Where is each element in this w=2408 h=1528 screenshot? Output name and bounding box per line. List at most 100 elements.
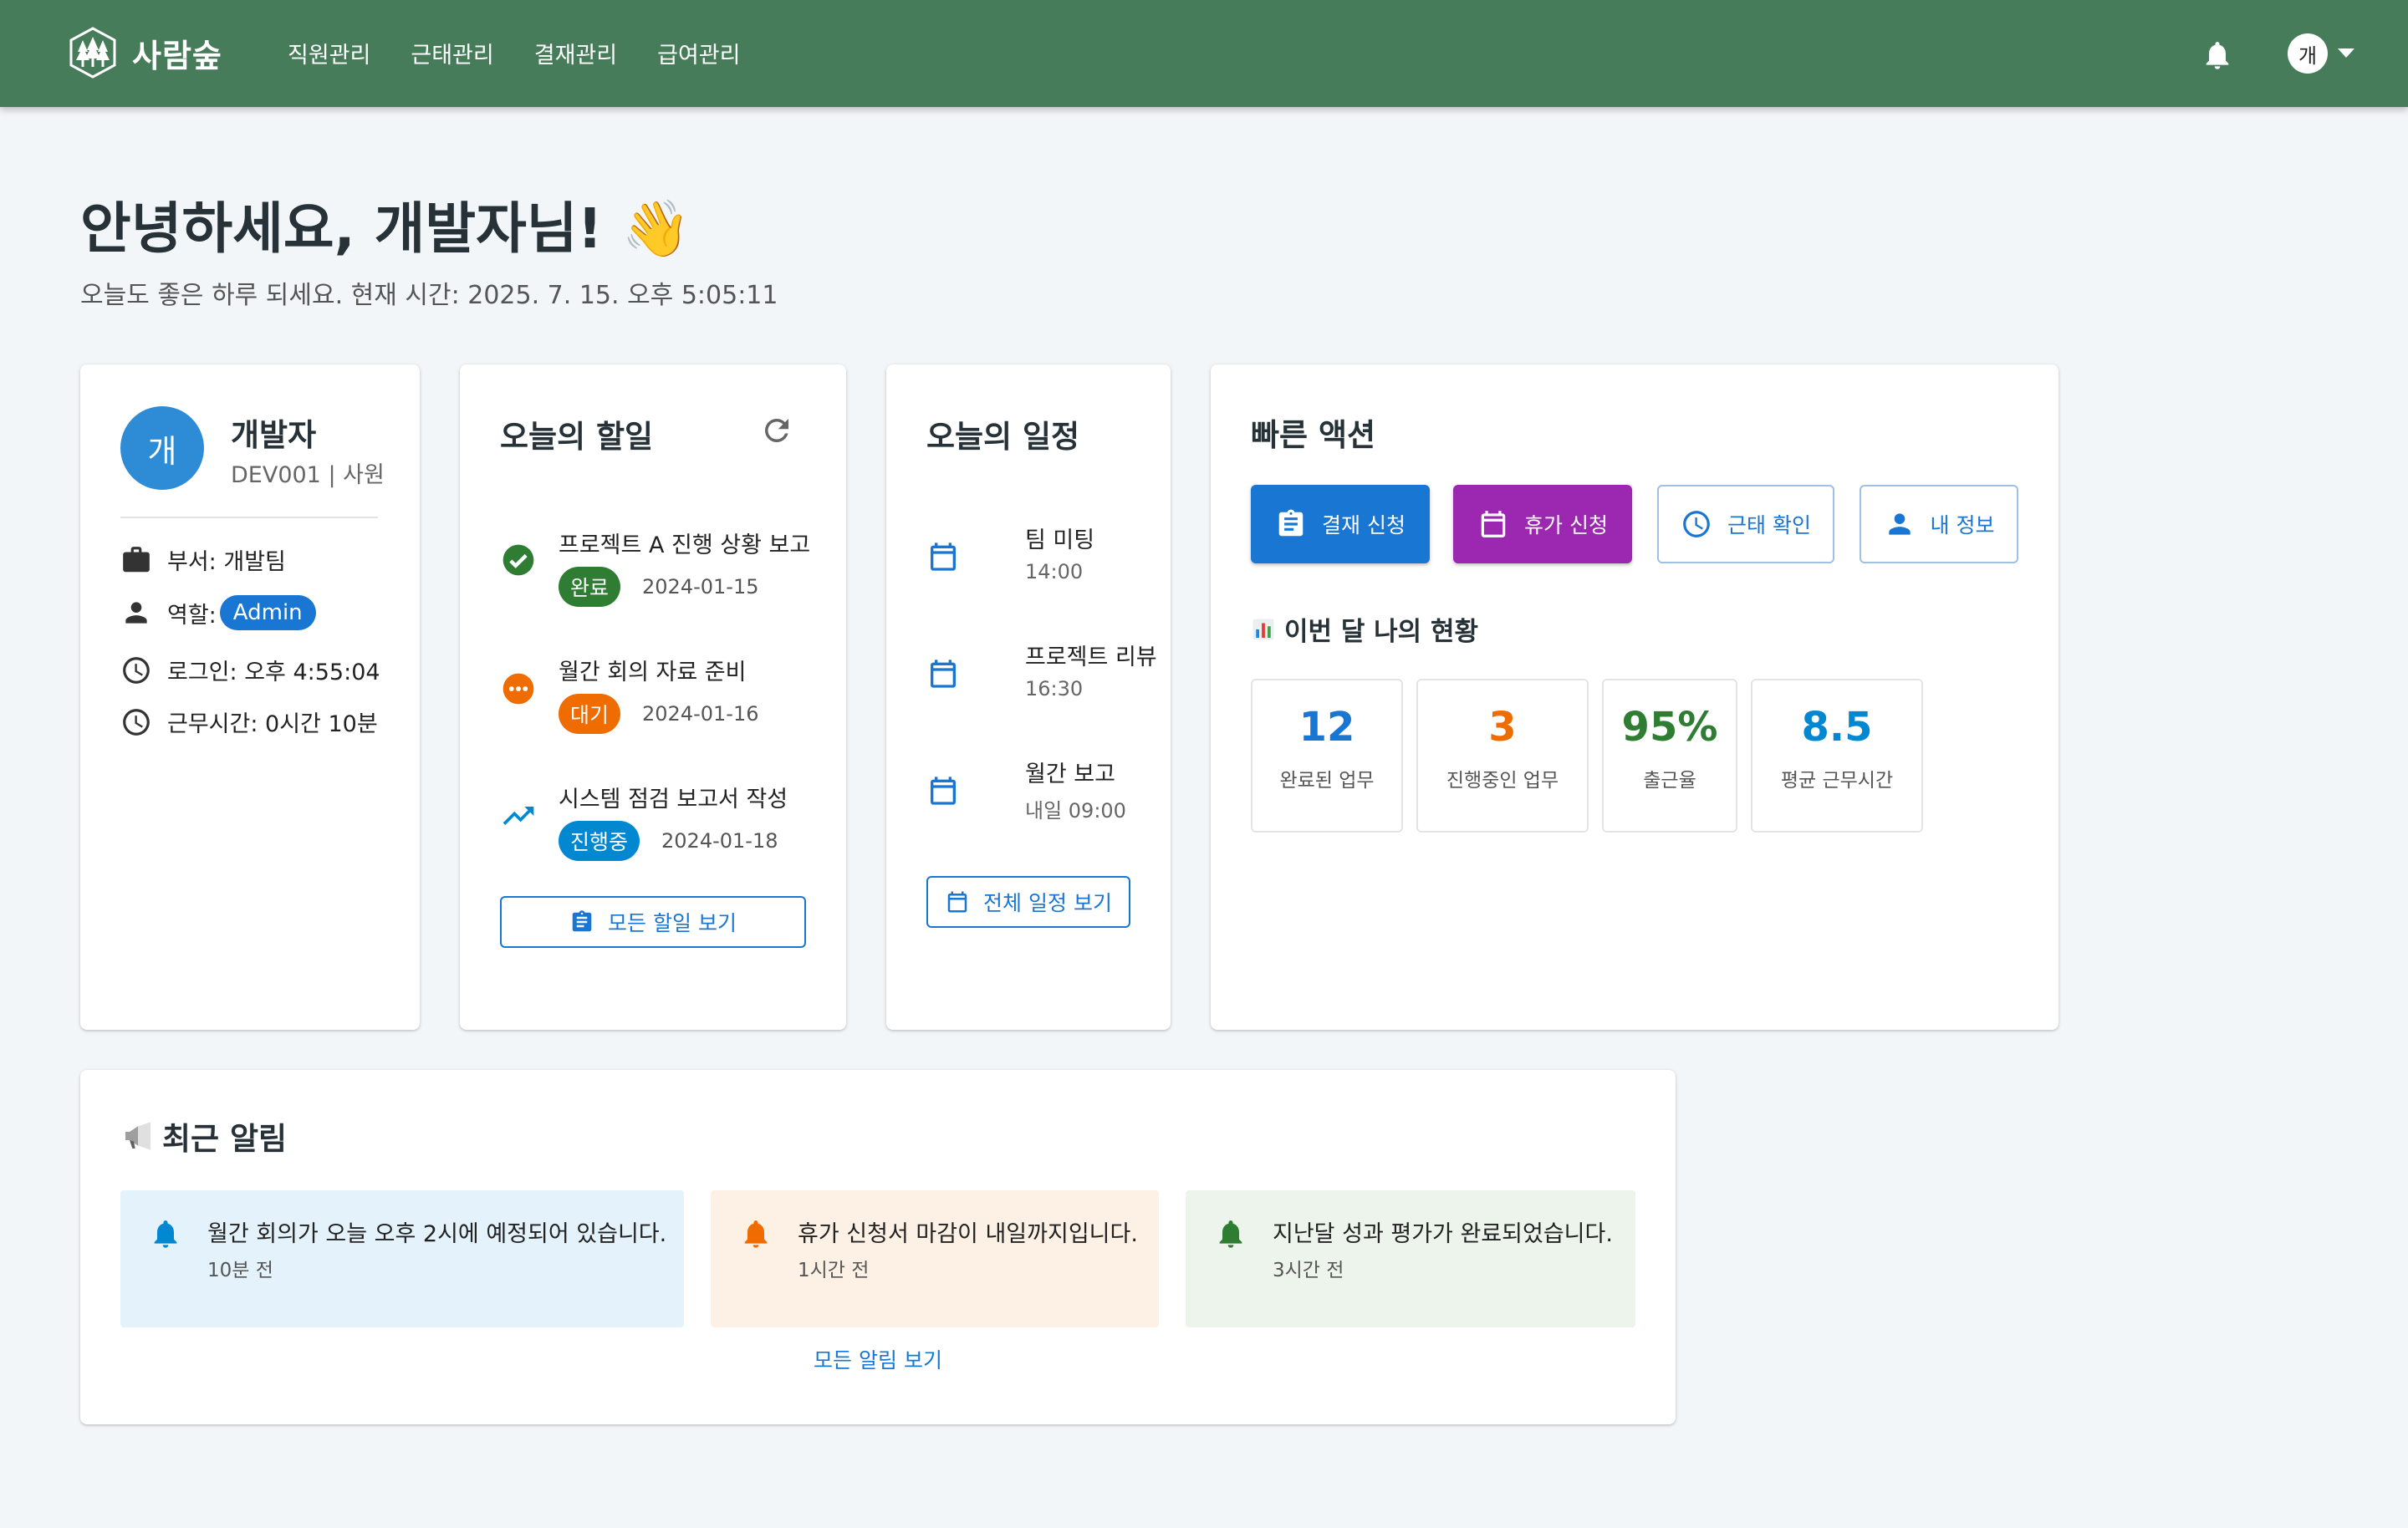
status-badge: 대기 xyxy=(559,694,621,734)
profile-role-row: 역할: Admin xyxy=(120,595,316,630)
todo-meta: 진행중 2024-01-18 xyxy=(559,821,778,861)
stat-attendance-rate: 95% 출근율 xyxy=(1602,679,1737,833)
notifications-heading: 최근 알림 xyxy=(120,1113,287,1159)
profile-avatar: 개 xyxy=(120,406,204,490)
bell-icon xyxy=(154,1220,177,1248)
stat-completed: 12 완료된 업무 xyxy=(1251,679,1403,833)
stat-value: 12 xyxy=(1298,704,1355,751)
stats-heading: 이번 달 나의 현황 xyxy=(1251,610,1478,648)
all-todos-button[interactable]: 모든 할일 보기 xyxy=(500,896,806,948)
megaphone-icon xyxy=(125,1122,150,1150)
approval-request-button[interactable]: 결재 신청 xyxy=(1251,485,1430,563)
status-badge: 완료 xyxy=(559,567,621,607)
stat-value: 8.5 xyxy=(1801,704,1873,751)
notification-text: 월간 회의가 오늘 오후 2시에 예정되어 있습니다. xyxy=(207,1221,667,1247)
leave-request-button[interactable]: 휴가 신청 xyxy=(1453,485,1632,563)
notification-item[interactable]: 지난달 성과 평가가 완료되었습니다. 3시간 전 xyxy=(1186,1190,1635,1327)
my-info-label: 내 정보 xyxy=(1930,513,1995,537)
page-title: 안녕하세요, 개발자님! 👋 xyxy=(80,196,691,261)
brand-name: 사람숲 xyxy=(132,37,222,74)
stat-label: 진행중인 업무 xyxy=(1446,770,1559,792)
notifications-title: 최근 알림 xyxy=(162,1121,288,1157)
profile-dept-row: 부서: 개발팀 xyxy=(120,543,286,576)
todo-meta: 완료 2024-01-15 xyxy=(559,567,759,607)
attendance-check-label: 근태 확인 xyxy=(1727,513,1811,537)
todo-date: 2024-01-16 xyxy=(642,702,759,726)
attendance-check-button[interactable]: 근태 확인 xyxy=(1657,485,1834,563)
schedule-item-time: 14:00 xyxy=(1025,560,1084,583)
notification-time: 10분 전 xyxy=(207,1260,273,1281)
stat-label: 평균 근무시간 xyxy=(1780,770,1894,792)
more-circle-icon xyxy=(503,673,534,705)
profile-dept: 부서: 개발팀 xyxy=(167,549,286,575)
all-schedule-label: 전체 일정 보기 xyxy=(983,891,1112,915)
bell-icon xyxy=(1219,1220,1242,1248)
profile-login: 로그인: 오후 4:55:04 xyxy=(167,660,380,685)
clock-icon xyxy=(1683,511,1710,537)
stat-label: 출근율 xyxy=(1643,770,1696,792)
todo-text: 프로젝트 A 진행 상황 보고 xyxy=(559,532,811,558)
bell-icon xyxy=(744,1220,768,1248)
status-badge: 진행중 xyxy=(559,821,640,861)
clock-icon xyxy=(123,708,150,736)
schedule-item-title: 월간 보고 xyxy=(1025,761,1115,787)
notification-bell-icon[interactable] xyxy=(2201,37,2234,74)
calendar-icon xyxy=(931,660,956,688)
nav-attendance[interactable]: 근태관리 xyxy=(411,37,493,69)
calendar-icon xyxy=(931,542,956,571)
nav-approval[interactable]: 결재관리 xyxy=(534,37,617,69)
schedule-item-time: 16:30 xyxy=(1025,677,1084,700)
stats-title: 이번 달 나의 현황 xyxy=(1284,617,1479,647)
notification-text: 휴가 신청서 마감이 내일까지입니다. xyxy=(798,1221,1138,1247)
trending-up-icon xyxy=(503,807,534,825)
clock-icon xyxy=(123,656,150,684)
briefcase-icon xyxy=(123,546,150,572)
notification-item[interactable]: 월간 회의가 오늘 오후 2시에 예정되어 있습니다. 10분 전 xyxy=(120,1190,684,1327)
person-icon xyxy=(125,602,147,624)
check-circle-icon xyxy=(503,544,534,576)
chevron-down-icon[interactable] xyxy=(2338,48,2354,58)
notifications-card: 최근 알림 월간 회의가 오늘 오후 2시에 예정되어 있습니다. 10분 전 … xyxy=(80,1070,1676,1424)
schedule-item-time: 내일 09:00 xyxy=(1025,799,1126,823)
nav-employees[interactable]: 직원관리 xyxy=(288,37,370,69)
notification-time: 3시간 전 xyxy=(1273,1260,1344,1281)
profile-name: 개발자 xyxy=(231,417,317,453)
stat-in-progress: 3 진행중인 업무 xyxy=(1416,679,1589,833)
all-notifications-link[interactable]: 모든 알림 보기 xyxy=(80,1344,1676,1374)
notification-time: 1시간 전 xyxy=(798,1260,870,1281)
all-schedule-button[interactable]: 전체 일정 보기 xyxy=(926,876,1130,928)
profile-role-label: 역할: xyxy=(167,602,217,629)
refresh-icon[interactable] xyxy=(759,413,794,448)
calendar-icon xyxy=(947,891,967,913)
role-badge: Admin xyxy=(219,595,316,630)
brand[interactable]: 사람숲 xyxy=(69,27,222,79)
todo-card: 오늘의 할일 프로젝트 A 진행 상황 보고 완료 2024-01-15 월간 … xyxy=(460,364,846,1030)
schedule-item-title: 프로젝트 리뷰 xyxy=(1025,644,1157,670)
main-nav: 직원관리 근태관리 결재관리 급여관리 xyxy=(288,37,781,69)
my-info-button[interactable]: 내 정보 xyxy=(1860,485,2018,563)
approval-request-label: 결재 신청 xyxy=(1322,513,1406,537)
stat-value: 95% xyxy=(1621,704,1718,751)
schedule-item-title: 팀 미팅 xyxy=(1025,527,1095,553)
stat-avg-hours: 8.5 평균 근무시간 xyxy=(1751,679,1923,833)
user-avatar[interactable]: 개 xyxy=(2288,33,2328,74)
clipboard-icon xyxy=(572,910,592,932)
page-subtitle: 오늘도 좋은 하루 되세요. 현재 시간: 2025. 7. 15. 오후 5:… xyxy=(80,281,778,310)
profile-worktime-row: 근무시간: 0시간 10분 xyxy=(120,705,378,738)
all-todos-label: 모든 할일 보기 xyxy=(608,911,737,935)
todo-title: 오늘의 할일 xyxy=(500,419,654,455)
notification-item[interactable]: 휴가 신청서 마감이 내일까지입니다. 1시간 전 xyxy=(711,1190,1159,1327)
profile-worktime: 근무시간: 0시간 10분 xyxy=(167,711,378,737)
todo-text: 월간 회의 자료 준비 xyxy=(559,660,747,685)
todo-text: 시스템 점검 보고서 작성 xyxy=(559,787,788,812)
nav-payroll[interactable]: 급여관리 xyxy=(657,37,740,69)
todo-date: 2024-01-15 xyxy=(642,575,759,598)
quick-actions-title: 빠른 액션 xyxy=(1251,417,1376,453)
leave-request-label: 휴가 신청 xyxy=(1524,513,1608,537)
profile-card: 개 개발자 DEV001 | 사원 부서: 개발팀 역할: Admin 로그인:… xyxy=(80,364,420,1030)
quick-actions-card: 빠른 액션 결재 신청 휴가 신청 근태 확인 내 정보 이번 달 나의 현황 … xyxy=(1211,364,2059,1030)
notification-text: 지난달 성과 평가가 완료되었습니다. xyxy=(1273,1221,1613,1247)
profile-login-row: 로그인: 오후 4:55:04 xyxy=(120,654,380,686)
schedule-title: 오늘의 일정 xyxy=(926,419,1080,455)
profile-code: DEV001 | 사원 xyxy=(231,462,385,488)
